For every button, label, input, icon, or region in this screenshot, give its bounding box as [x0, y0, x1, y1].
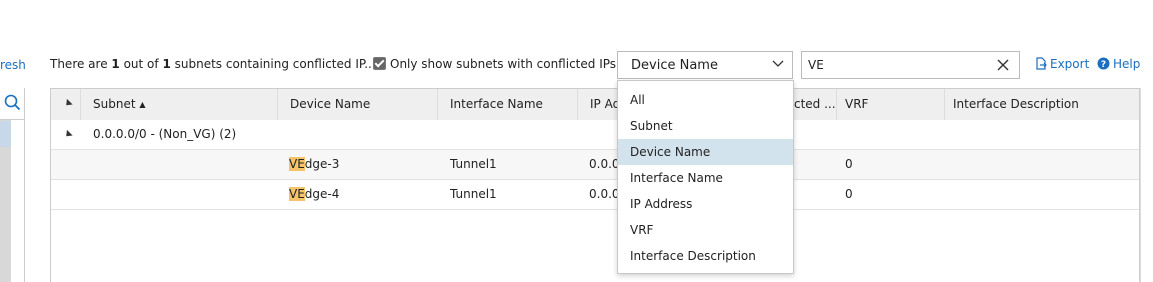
search-value: VE — [808, 58, 824, 72]
grid-header: Subnet ▲ Device Name Interface Name IP A… — [51, 89, 1139, 121]
summary-count: 1 — [111, 57, 120, 71]
checkbox-checked-icon[interactable] — [373, 57, 386, 70]
export-button[interactable]: Export — [1035, 57, 1089, 71]
summary-total: 1 — [162, 57, 171, 71]
conflict-summary: There are 1 out of 1 subnets containing … — [50, 57, 376, 71]
column-subnet-label: Subnet — [93, 97, 136, 111]
column-interface-label: Interface Name — [450, 97, 543, 111]
summary-prefix: There are — [50, 57, 112, 71]
table-row[interactable]: VEdge-3 Tunnel1 0.0.0 0 — [51, 150, 1139, 180]
device-name-cell: VEdge-4 — [289, 180, 339, 209]
column-device-label: Device Name — [290, 97, 371, 111]
column-description-label: Interface Description — [953, 97, 1079, 111]
filter-field-dropdown: All Subnet Device Name Interface Name IP… — [617, 80, 794, 274]
column-header-interface-name[interactable]: Interface Name — [438, 89, 578, 120]
chevron-down-icon — [772, 60, 784, 67]
option-vrf[interactable]: VRF — [618, 217, 793, 243]
column-header-vrf[interactable]: VRF — [837, 89, 945, 120]
help-icon: ? — [1097, 57, 1110, 70]
export-icon — [1036, 57, 1047, 70]
column-conflicted-label: cted ... — [794, 97, 836, 111]
only-conflicted-checkbox[interactable]: Only show subnets with conflicted IPs — [373, 57, 616, 71]
svg-text:?: ? — [1101, 60, 1106, 70]
column-vrf-label: VRF — [845, 97, 869, 111]
table-row[interactable]: VEdge-4 Tunnel1 0.0.0 0 — [51, 180, 1139, 210]
sort-asc-icon: ▲ — [139, 100, 146, 109]
option-ip-address[interactable]: IP Address — [618, 191, 793, 217]
left-scrollbar-thumb[interactable] — [0, 121, 11, 147]
device-name-cell: VEdge-3 — [289, 150, 339, 179]
option-interface-description[interactable]: Interface Description — [618, 243, 793, 269]
option-device-name[interactable]: Device Name — [618, 139, 793, 165]
close-icon[interactable] — [997, 59, 1009, 71]
column-header-subnet[interactable]: Subnet ▲ — [81, 89, 278, 120]
subnet-grid: Subnet ▲ Device Name Interface Name IP A… — [50, 88, 1140, 282]
summary-mid: out of — [119, 57, 163, 71]
collapse-triangle-icon[interactable] — [63, 129, 73, 140]
column-header-device-name[interactable]: Device Name — [278, 89, 438, 120]
summary-suffix: subnets containing conflicted IP... — [170, 57, 376, 71]
only-conflicted-label: Only show subnets with conflicted IPs — [390, 57, 617, 71]
column-ip-label: IP Ad — [590, 97, 621, 111]
column-header-interface-description[interactable]: Interface Description — [945, 89, 1139, 120]
help-button[interactable]: ? Help — [1097, 57, 1140, 71]
ip-address-cell: 0.0.0 — [589, 157, 620, 171]
option-all[interactable]: All — [618, 87, 793, 113]
option-interface-name[interactable]: Interface Name — [618, 165, 793, 191]
vrf-cell: 0 — [845, 187, 853, 201]
grid-scrollbar[interactable] — [1140, 88, 1153, 282]
collapse-triangle-icon[interactable] — [63, 98, 73, 109]
option-subnet[interactable]: Subnet — [618, 113, 793, 139]
expand-all-header[interactable] — [51, 89, 81, 120]
interface-name-cell: Tunnel1 — [450, 187, 497, 201]
filter-field-select[interactable]: Device Name — [617, 51, 793, 79]
search-highlight: VE — [289, 157, 305, 171]
device-name-rest: dge-4 — [304, 187, 340, 201]
ip-address-cell: 0.0.0 — [589, 187, 620, 201]
filter-field-value: Device Name — [631, 58, 718, 73]
refresh-link[interactable]: resh — [0, 58, 26, 72]
search-icon[interactable] — [3, 93, 21, 111]
device-name-rest: dge-3 — [304, 157, 340, 171]
group-row[interactable]: 0.0.0.0/0 - (Non_VG) (2) — [51, 120, 1139, 150]
search-input[interactable]: VE — [801, 51, 1020, 79]
interface-name-cell: Tunnel1 — [450, 157, 497, 171]
search-highlight: VE — [289, 187, 305, 201]
vrf-cell: 0 — [845, 157, 853, 171]
group-label: 0.0.0.0/0 - (Non_VG) (2) — [93, 127, 237, 141]
export-label: Export — [1050, 57, 1090, 71]
help-label: Help — [1113, 57, 1141, 71]
